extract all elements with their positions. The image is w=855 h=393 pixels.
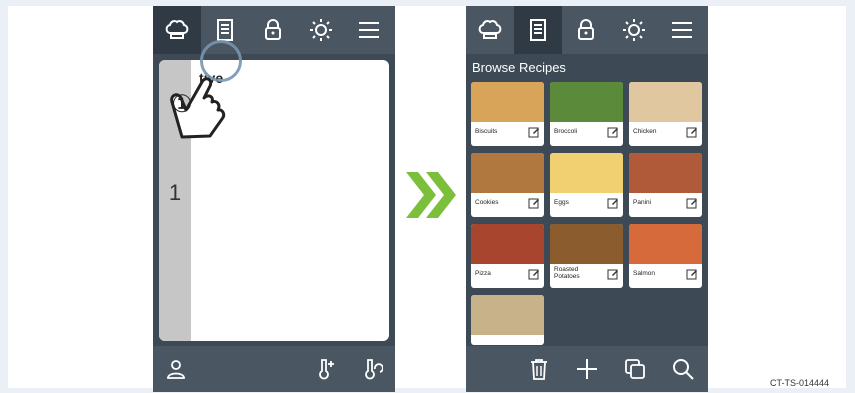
lock-icon: [265, 19, 281, 40]
edit-icon[interactable]: [607, 197, 619, 209]
tap-hand-icon: ①: [170, 77, 226, 139]
browse-recipes-title: Browse Recipes: [472, 60, 566, 75]
recipe-label: Broccoli: [554, 128, 578, 135]
trash-icon: [531, 359, 547, 380]
delete-button[interactable]: [516, 346, 562, 392]
recipe-image: [471, 153, 544, 193]
tap-step-number: ①: [171, 91, 193, 118]
top-toolbar: [466, 6, 708, 54]
bottom-toolbar: [153, 346, 395, 392]
copy-icon: [625, 359, 645, 379]
recipe-image: [550, 224, 623, 264]
recipe-list-tab[interactable]: [514, 6, 562, 54]
right-screen: Browse Recipes Biscuits Broccoli Chicken…: [466, 6, 708, 392]
recipe-image: [629, 82, 702, 122]
edit-icon[interactable]: [528, 197, 540, 209]
recipe-card-panini[interactable]: Panini: [629, 153, 702, 217]
search-button[interactable]: [660, 346, 706, 392]
recipe-label: Biscuits: [475, 128, 498, 135]
recipe-card-broccoli[interactable]: Broccoli: [550, 82, 623, 146]
recipe-list-icon: [530, 19, 546, 41]
brightness-tab[interactable]: [297, 6, 345, 54]
recipe-card-biscuits[interactable]: Biscuits: [471, 82, 544, 146]
recipe-card-roasted-potatoes[interactable]: Roasted Potatoes: [550, 224, 623, 288]
recipe-label: Pizza: [475, 270, 491, 277]
lock-tab[interactable]: [562, 6, 610, 54]
recipe-label: Panini: [633, 199, 652, 206]
add-icon: [577, 359, 597, 379]
menu-icon: [359, 22, 379, 38]
brightness-tab[interactable]: [610, 6, 658, 54]
recipe-image: [629, 224, 702, 264]
thermometer-up-icon: [319, 359, 334, 380]
edit-icon[interactable]: [607, 268, 619, 280]
chef-hat-icon: [165, 20, 189, 39]
edit-icon[interactable]: [686, 126, 698, 138]
edit-icon[interactable]: [607, 126, 619, 138]
edit-icon[interactable]: [686, 197, 698, 209]
recipe-card-eggs[interactable]: Eggs: [550, 153, 623, 217]
search-icon: [673, 359, 694, 380]
edit-icon[interactable]: [528, 126, 540, 138]
recipe-card-cookies[interactable]: Cookies: [471, 153, 544, 217]
thermometer-refresh-icon: [365, 359, 383, 380]
chef-profile-button[interactable]: [153, 346, 199, 392]
lock-tab[interactable]: [249, 6, 297, 54]
bottom-toolbar: [466, 346, 708, 392]
copy-button[interactable]: [612, 346, 658, 392]
chef-profile-icon: [167, 360, 185, 379]
chef-hat-icon: [478, 20, 502, 39]
edit-icon[interactable]: [686, 268, 698, 280]
edit-icon[interactable]: [528, 268, 540, 280]
recipe-image: [550, 153, 623, 193]
recipe-label: Roasted Potatoes: [554, 266, 580, 280]
recipe-image: [471, 82, 544, 122]
recipe-label: Cookies: [475, 199, 499, 206]
chef-hat-tab[interactable]: [153, 6, 201, 54]
recipe-card-pizza[interactable]: Pizza: [471, 224, 544, 288]
menu-tab[interactable]: [345, 6, 393, 54]
recipe-image: [471, 295, 544, 335]
menu-icon: [672, 22, 692, 38]
recipe-label: Salmon: [633, 270, 656, 277]
recipe-card-partial[interactable]: [471, 295, 544, 345]
recipe-image: [629, 153, 702, 193]
next-step-arrow-icon: [406, 172, 456, 218]
recipe-label: Eggs: [554, 199, 569, 206]
recipe-image: [471, 224, 544, 264]
recipe-card-salmon[interactable]: Salmon: [629, 224, 702, 288]
thermometer-refresh-button[interactable]: [349, 346, 395, 392]
chef-hat-tab[interactable]: [466, 6, 514, 54]
recipe-card-chicken[interactable]: Chicken: [629, 82, 702, 146]
thermometer-up-button[interactable]: [303, 346, 349, 392]
recipe-list-icon: [217, 19, 233, 41]
recipe-image: [550, 82, 623, 122]
menu-tab[interactable]: [658, 6, 706, 54]
lock-icon: [578, 19, 594, 40]
document-id: CT-TS-014444: [770, 378, 830, 388]
add-button[interactable]: [564, 346, 610, 392]
recipe-label: Chicken: [633, 128, 657, 135]
brightness-icon: [623, 19, 645, 41]
brightness-icon: [310, 19, 332, 41]
top-toolbar: [153, 6, 395, 54]
program-number: 1: [168, 180, 182, 205]
